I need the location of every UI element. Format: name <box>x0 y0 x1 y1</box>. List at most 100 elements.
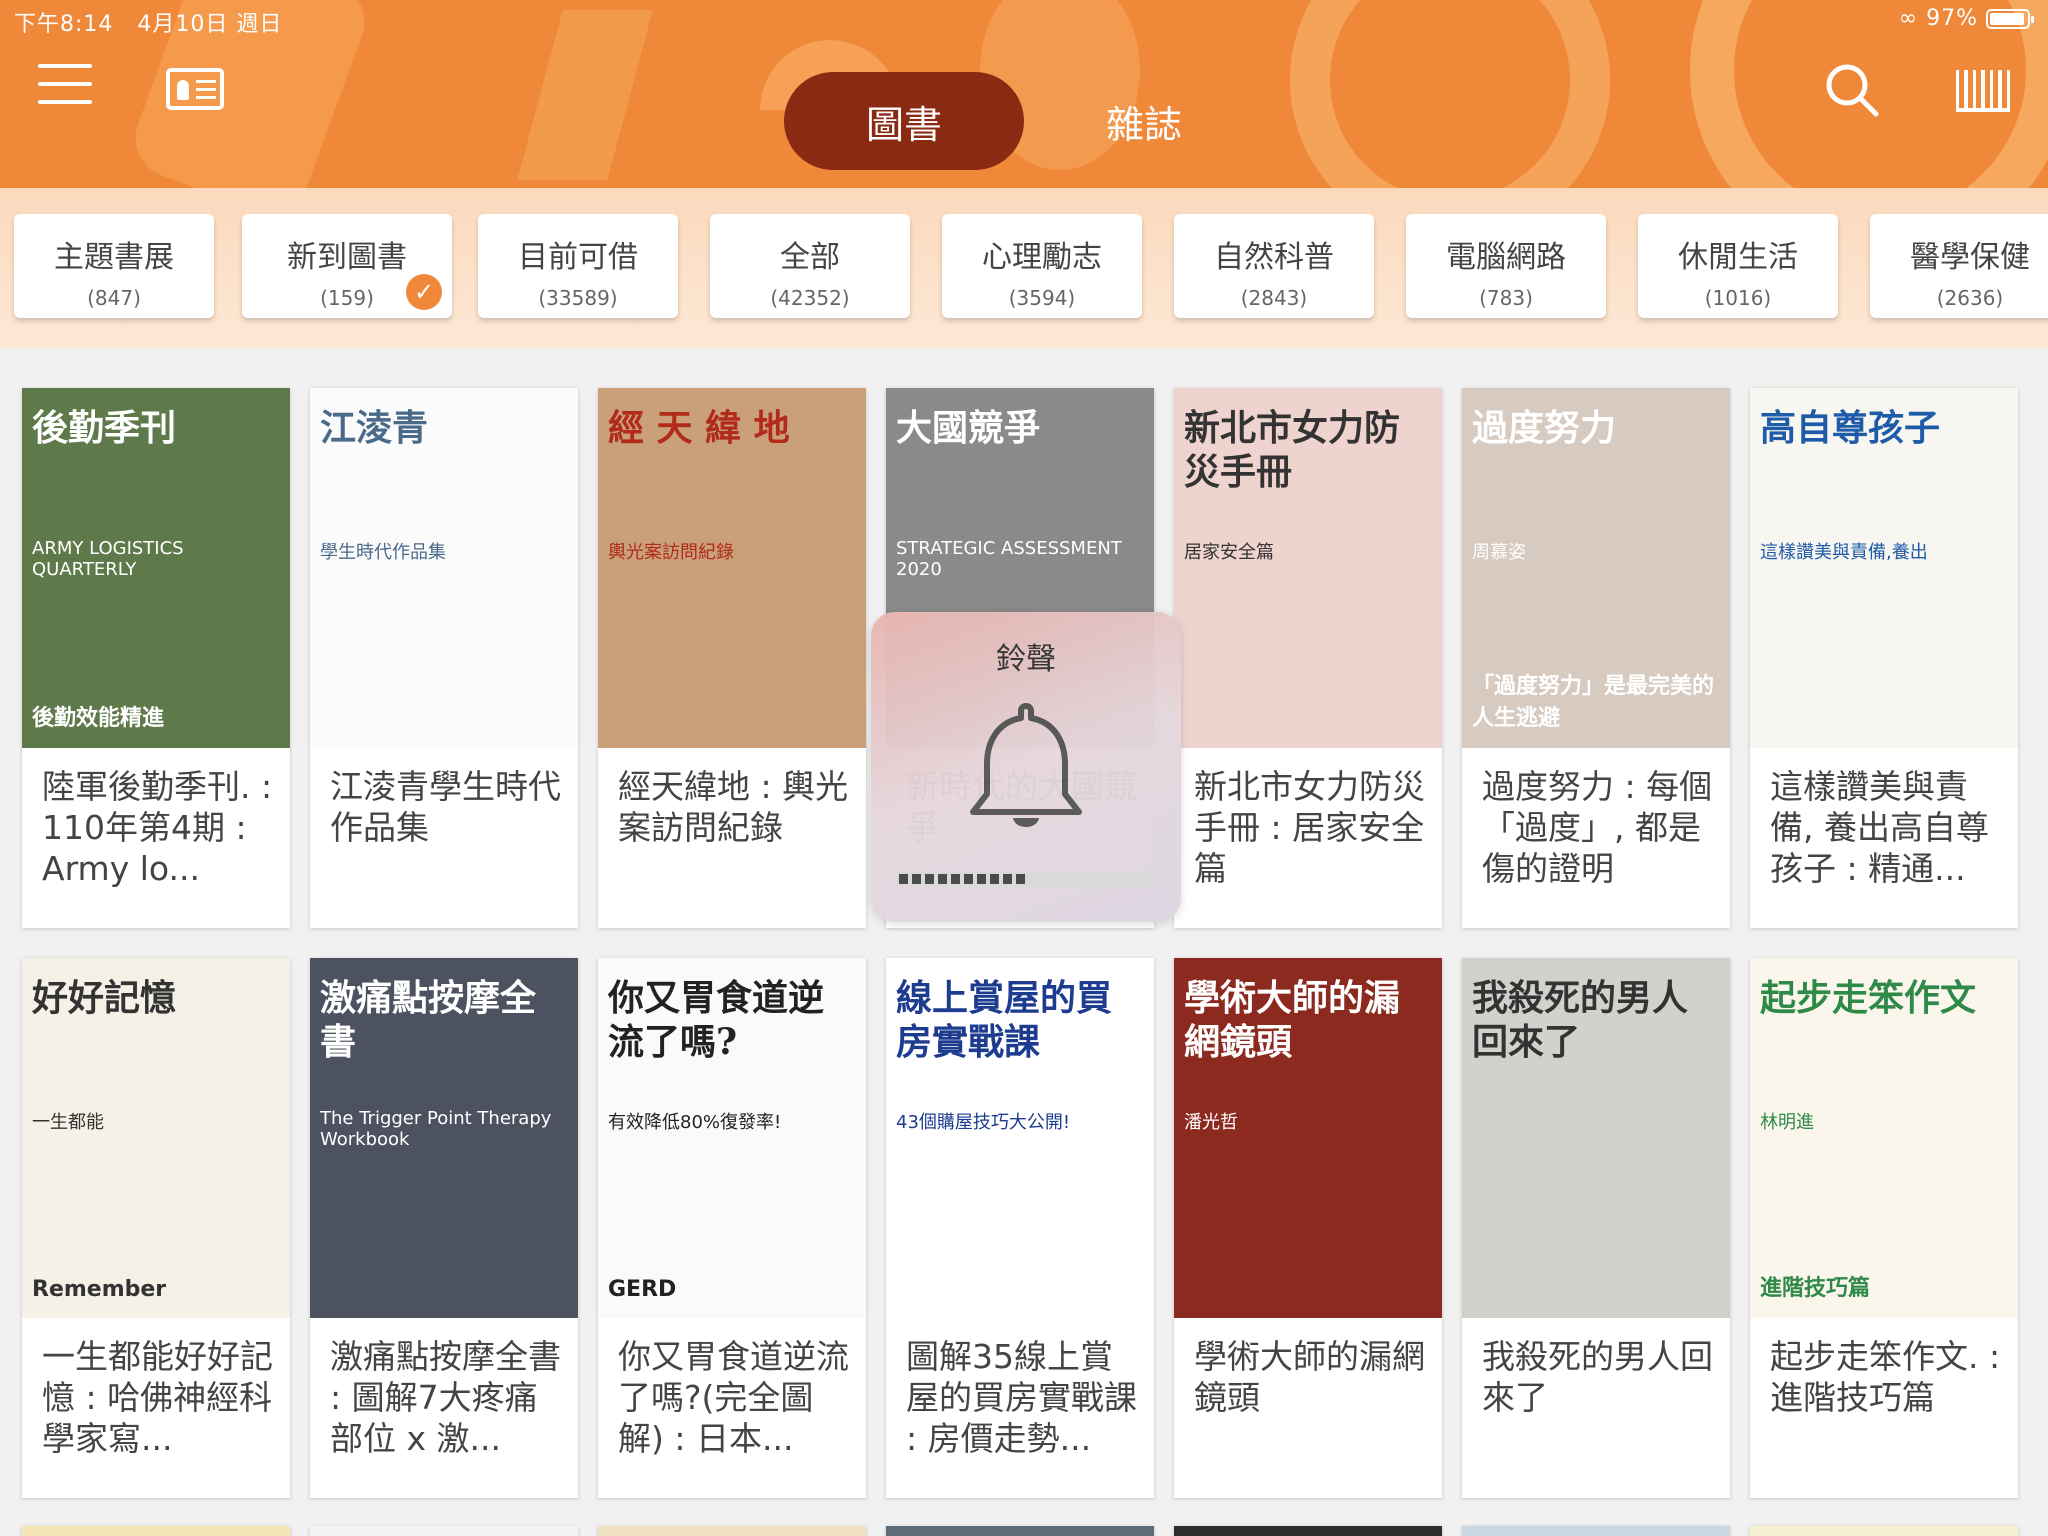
cover-subtitle: 這樣讚美與責備,養出 <box>1760 542 1928 563</box>
category-chip[interactable]: 電腦網路 (783) <box>1406 214 1606 318</box>
book-card[interactable] <box>1462 1526 1730 1536</box>
book-cover: 新北市女力防災手冊 居家安全篇 <box>1174 388 1442 748</box>
volume-segment <box>951 874 960 884</box>
cover-title: 我殺死的男人回來了 <box>1472 977 1689 1063</box>
cover-subtitle: 居家安全篇 <box>1184 542 1274 563</box>
volume-segment <box>925 874 934 884</box>
category-filter-bar: 主題書展 (847) 新到圖書 (159) ✓ 目前可借 (33589) 全部 … <box>0 188 2048 348</box>
volume-segment <box>938 874 947 884</box>
search-icon[interactable] <box>1822 60 1882 120</box>
book-card[interactable]: 過度努力 周慕姿 「過度努力」是最完美的人生逃避 過度努力 : 每個「過度」, 都是傷… <box>1462 388 1730 928</box>
cover-tagline: 進階技巧篇 <box>1760 1276 1871 1301</box>
cover-subtitle: 學生時代作品集 <box>320 542 446 563</box>
cover-subtitle: 43個購屋技巧大公開! <box>896 1112 1071 1133</box>
cover-tagline: 後勤效能精進 <box>32 706 165 731</box>
cover-subtitle: STRATEGIC ASSESSMENT 2020 <box>896 538 1122 580</box>
bell-icon <box>970 703 1082 827</box>
category-chip[interactable]: 目前可借 (33589) <box>478 214 678 318</box>
category-chip[interactable]: 自然科普 (2843) <box>1174 214 1374 318</box>
cover-title: 線上賞屋的買房實戰課 <box>896 977 1113 1063</box>
volume-segment <box>899 874 908 884</box>
cover-title: 起步走笨作文 <box>1760 977 1977 1019</box>
book-title: 新北市女力防災手冊 : 居家安全篇 <box>1194 767 1425 888</box>
book-cover: 高自尊孩子這樣讚美與責備,養出 <box>1750 388 2018 748</box>
cover-subtitle: 周慕姿 <box>1472 542 1526 563</box>
cover-subtitle: 有效降低80%復發率! <box>608 1112 782 1133</box>
book-card[interactable] <box>886 1526 1154 1536</box>
book-card[interactable]: 新北市女力防災手冊 居家安全篇新北市女力防災手冊 : 居家安全篇 <box>1174 388 1442 928</box>
book-card[interactable]: 高自尊孩子這樣讚美與責備,養出這樣讚美與責備, 養出高自尊孩子 : 精通... <box>1750 388 2018 928</box>
book-cover: 江淩青學生時代作品集 <box>310 388 578 748</box>
cover-tagline: 「過度努力」是最完美的人生逃避 <box>1472 674 1715 731</box>
status-time: 下午8:14 <box>14 12 114 37</box>
book-card[interactable]: 你又胃食道逆流了嗎? 有效降低80%復發率! GERD 你又胃食道逆流了嗎?(完全圖解… <box>598 958 866 1498</box>
check-icon: ✓ <box>406 274 442 310</box>
book-title: 過度努力 : 每個「過度」, 都是傷的證明 <box>1482 767 1713 888</box>
book-title: 起步走笨作文. : 進階技巧篇 <box>1770 1337 2001 1417</box>
cover-subtitle: 一生都能 <box>32 1112 104 1133</box>
book-card[interactable] <box>22 1526 290 1536</box>
book-cover: 你又胃食道逆流了嗎? 有效降低80%復發率! GERD <box>598 958 866 1318</box>
book-cover: 激痛點按摩全書 The Trigger Point Therapy Workboo… <box>310 958 578 1318</box>
battery-percent: 97% <box>1926 6 1978 31</box>
ringer-volume-hud: 鈴聲 <box>871 612 1181 922</box>
hamburger-menu-icon[interactable] <box>38 64 92 108</box>
book-title: 我殺死的男人回來了 <box>1482 1337 1713 1417</box>
cover-title: 學術大師的漏網鏡頭 <box>1184 977 1401 1063</box>
book-cover: 過度努力 周慕姿 「過度努力」是最完美的人生逃避 <box>1462 388 1730 748</box>
book-title: 學術大師的漏網鏡頭 <box>1194 1337 1425 1417</box>
cover-title: 高自尊孩子 <box>1760 407 1941 449</box>
book-title: 激痛點按摩全書 : 圖解7大疼痛部位 x 激... <box>330 1337 561 1458</box>
cover-subtitle: ARMY LOGISTICS QUARTERLY <box>32 538 184 580</box>
cover-title: 大國競爭 <box>896 407 1041 449</box>
id-card-icon[interactable] <box>166 68 224 110</box>
cover-title: 江淩青 <box>320 407 429 449</box>
book-cover: 經 天 緯 地輿光案訪問紀錄 <box>598 388 866 748</box>
battery-icon <box>1986 8 2034 29</box>
book-card[interactable]: 我殺死的男人回來了 我殺死的男人回來了 <box>1462 958 1730 1498</box>
book-title: 江淩青學生時代作品集 <box>330 767 561 847</box>
cover-subtitle: The Trigger Point Therapy Workbook <box>320 1108 552 1150</box>
cover-subtitle: 潘光哲 <box>1184 1112 1238 1133</box>
book-card[interactable]: 江淩青 學生時代作品集 江淩青學生時代作品集 <box>310 388 578 928</box>
book-card[interactable]: 好好記憶 一生都能 Remember 一生都能好好記憶 : 哈佛神經科學家寫... <box>22 958 290 1498</box>
tab-magazines[interactable]: 雜誌 <box>1064 72 1224 170</box>
volume-segment <box>964 874 973 884</box>
category-chip[interactable]: 心理勵志 (3594) <box>942 214 1142 318</box>
cover-title: 激痛點按摩全書 <box>320 977 537 1063</box>
volume-segment <box>990 874 999 884</box>
cover-title: 經 天 緯 地 <box>608 407 790 449</box>
cover-title: 你又胃食道逆流了嗎? <box>608 977 825 1063</box>
book-card[interactable]: 學術大師的漏網鏡頭 潘光哲 學術大師的漏網鏡頭 <box>1174 958 1442 1498</box>
book-card[interactable] <box>598 1526 866 1536</box>
barcode-scan-icon[interactable] <box>1956 66 2010 112</box>
cover-title: 後勤季刊 <box>32 407 177 449</box>
status-time-date: 下午8:14 4月10日 週日 <box>14 6 282 38</box>
status-right: ∞ 97% <box>1898 6 2034 31</box>
category-chip[interactable]: 休閒生活 (1016) <box>1638 214 1838 318</box>
book-card[interactable]: 線上賞屋的買房實戰課 43個購屋技巧大公開! 圖解35線上賞屋的買房實戰課 : 房價… <box>886 958 1154 1498</box>
book-cover: 好好記憶 一生都能 Remember <box>22 958 290 1318</box>
book-card[interactable] <box>1750 1526 2018 1536</box>
book-cover: 我殺死的男人回來了 <box>1462 958 1730 1318</box>
book-card[interactable]: 經 天 緯 地輿光案訪問紀錄 經天緯地 : 輿光案訪問紀錄 <box>598 388 866 928</box>
book-cover: 後勤季刊 ARMY LOGISTICS QUARTERLY 後勤效能精進 <box>22 388 290 748</box>
category-chip[interactable]: 全部 (42352) <box>710 214 910 318</box>
cover-title: 好好記憶 <box>32 977 177 1019</box>
book-card[interactable]: 後勤季刊 ARMY LOGISTICS QUARTERLY 後勤效能精進 陸軍後勤季刊… <box>22 388 290 928</box>
book-cover: 起步走笨作文 林明進 進階技巧篇 <box>1750 958 2018 1318</box>
book-title: 你又胃食道逆流了嗎?(完全圖解) : 日本... <box>618 1337 849 1458</box>
book-card[interactable] <box>310 1526 578 1536</box>
category-chip[interactable]: 主題書展 (847) <box>14 214 214 318</box>
app-header: 下午8:14 4月10日 週日 ∞ 97% 圖書 雜誌 <box>0 0 2048 188</box>
book-card[interactable]: 激痛點按摩全書 The Trigger Point Therapy Workboo… <box>310 958 578 1498</box>
category-chip[interactable]: 醫學保健 (2636) <box>1870 214 2048 318</box>
book-title: 這樣讚美與責備, 養出高自尊孩子 : 精通... <box>1770 767 1989 888</box>
tab-books[interactable]: 圖書 <box>784 72 1024 170</box>
cover-subtitle: 輿光案訪問紀錄 <box>608 542 734 563</box>
book-card[interactable]: 起步走笨作文 林明進 進階技巧篇起步走笨作文. : 進階技巧篇 <box>1750 958 2018 1498</box>
book-card[interactable] <box>1174 1526 1442 1536</box>
book-title: 圖解35線上賞屋的買房實戰課 : 房價走勢... <box>906 1337 1137 1458</box>
link-icon: ∞ <box>1898 6 1919 31</box>
category-chip-selected[interactable]: 新到圖書 (159) ✓ <box>242 214 452 318</box>
